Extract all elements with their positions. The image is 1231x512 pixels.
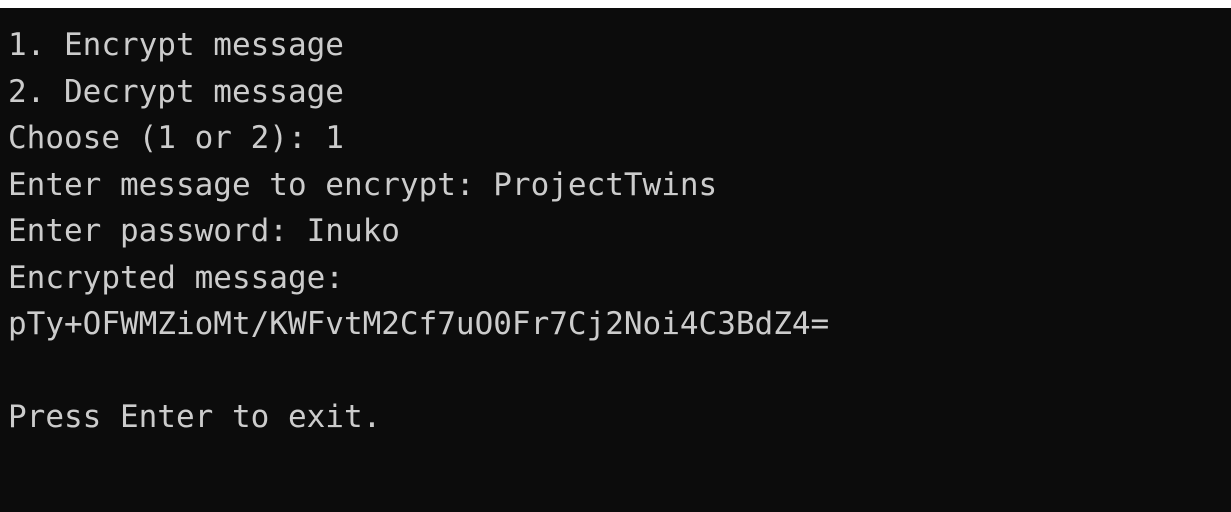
encrypted-label: Encrypted message: — [8, 259, 344, 296]
console-window[interactable]: 1. Encrypt message 2. Decrypt message Ch… — [0, 8, 1231, 512]
message-prompt: Enter message to encrypt: ProjectTwins — [8, 166, 718, 203]
password-prompt: Enter password: Inuko — [8, 213, 400, 249]
menu-option-decrypt: 2. Decrypt message — [8, 73, 344, 110]
exit-prompt: Press Enter to exit. — [8, 399, 382, 435]
encrypted-output: pTy+OFWMZioMt/KWFvtM2Cf7uO0Fr7Cj2Noi4C3B… — [8, 306, 830, 342]
choice-prompt: Choose (1 or 2): 1 — [8, 120, 344, 156]
menu-option-encrypt: 1. Encrypt message — [8, 27, 344, 63]
